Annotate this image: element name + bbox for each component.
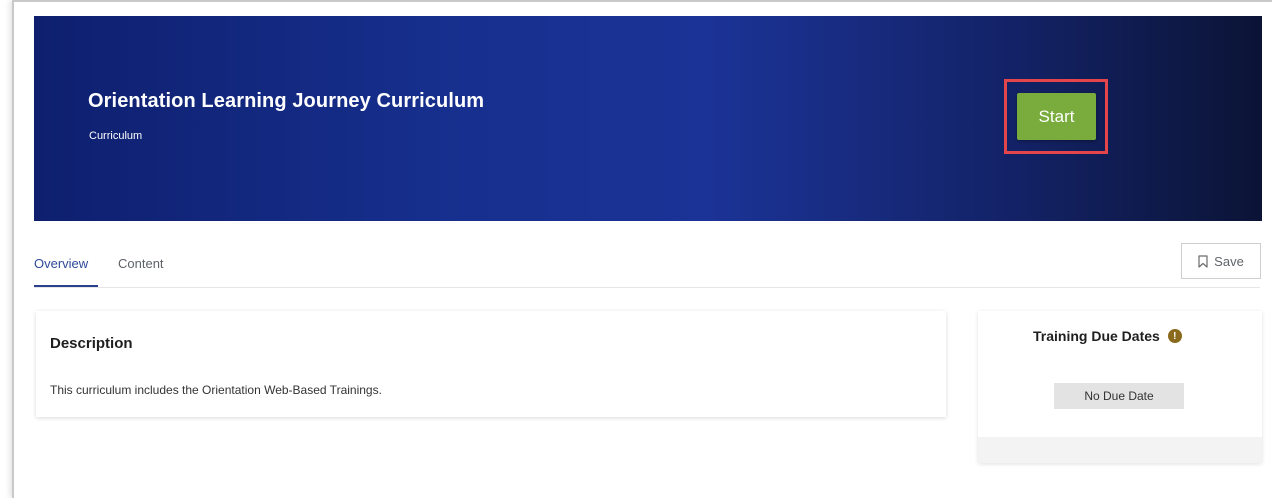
due-dates-panel: Training Due Dates ! No Due Date [978, 311, 1262, 437]
save-label: Save [1214, 253, 1244, 269]
due-date-badge: No Due Date [1054, 383, 1184, 409]
tab-divider [34, 287, 1260, 288]
tab-content[interactable]: Content [118, 256, 164, 271]
info-icon[interactable]: ! [1167, 329, 1182, 343]
due-dates-heading: Training Due Dates ! [1033, 328, 1182, 344]
description-card: Description This curriculum includes the… [36, 311, 946, 417]
start-button[interactable]: Start [1017, 93, 1096, 140]
curriculum-type-label: Curriculum [89, 130, 143, 142]
description-heading: Description [50, 335, 133, 352]
training-due-dates-card: Training Due Dates ! No Due Date [978, 311, 1262, 463]
description-text: This curriculum includes the Orientation… [50, 383, 382, 397]
bookmark-icon [1198, 254, 1208, 268]
save-button[interactable]: Save [1181, 243, 1261, 279]
due-dates-title: Training Due Dates [1033, 328, 1160, 344]
tab-overview[interactable]: Overview [34, 256, 88, 271]
curriculum-title: Orientation Learning Journey Curriculum [88, 90, 485, 112]
